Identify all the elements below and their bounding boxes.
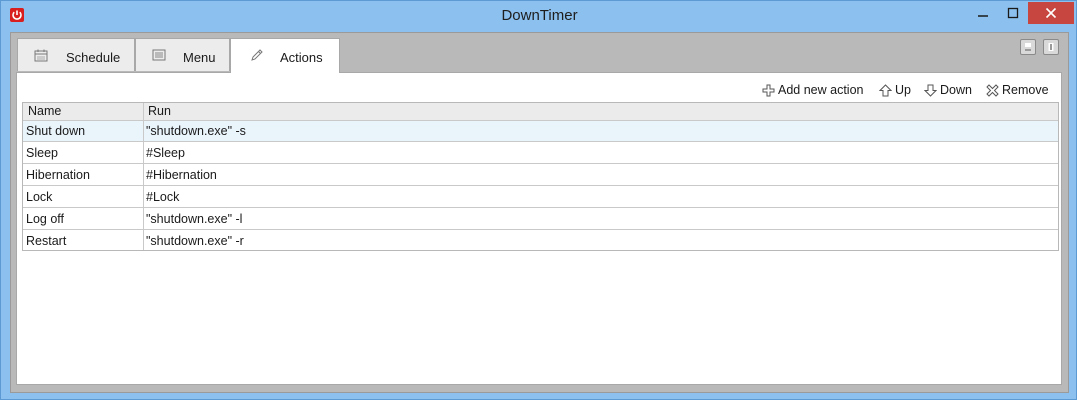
table-row[interactable]: Sleep #Sleep xyxy=(23,143,1058,164)
remove-button[interactable]: Remove xyxy=(986,82,1049,98)
table-header: Name Run xyxy=(23,103,1058,121)
row-name-cell: Sleep xyxy=(26,146,58,160)
row-name-cell: Hibernation xyxy=(26,168,90,182)
move-up-button[interactable]: Up xyxy=(879,82,911,98)
row-name-cell: Shut down xyxy=(26,124,86,138)
table-row[interactable]: Lock #Lock xyxy=(23,187,1058,208)
maximize-icon xyxy=(1007,7,1019,19)
move-down-button[interactable]: Down xyxy=(924,82,972,98)
row-run-cell: #Lock xyxy=(146,190,180,204)
save-settings-button[interactable] xyxy=(1020,39,1036,55)
tab-actions-label: Actions xyxy=(280,50,323,65)
tab-schedule[interactable]: Schedule xyxy=(17,38,135,71)
save-icon xyxy=(1025,43,1031,51)
row-run-cell: #Sleep xyxy=(146,146,185,160)
row-name-cell: Restart xyxy=(26,234,67,248)
column-divider[interactable] xyxy=(143,103,144,250)
tab-menu-label: Menu xyxy=(183,50,216,65)
add-action-label: Add new action xyxy=(778,83,864,97)
actions-table: Name Run Shut down "shutdown.exe" -s Sle… xyxy=(22,102,1059,251)
add-action-button[interactable]: Add new action xyxy=(762,82,863,98)
actions-panel: Add new action Up Down Remove Name Run S… xyxy=(16,72,1062,385)
title-bar[interactable]: DownTimer xyxy=(1,1,1076,32)
remove-x-icon xyxy=(986,83,999,97)
info-button[interactable] xyxy=(1043,39,1059,55)
info-icon xyxy=(1048,43,1054,51)
column-header-name[interactable]: Name xyxy=(28,104,61,118)
minimize-button[interactable] xyxy=(968,2,998,24)
move-down-label: Down xyxy=(940,83,972,97)
minimize-icon xyxy=(978,15,988,17)
remove-label: Remove xyxy=(1002,83,1049,97)
window-title: DownTimer xyxy=(501,7,578,24)
client-area: Schedule Menu Actions Add new action Up … xyxy=(10,32,1069,393)
table-row[interactable]: Hibernation #Hibernation xyxy=(23,165,1058,186)
row-name-cell: Lock xyxy=(26,190,53,204)
close-button[interactable] xyxy=(1028,2,1074,24)
row-run-cell: "shutdown.exe" -s xyxy=(146,124,246,138)
table-row[interactable]: Shut down "shutdown.exe" -s xyxy=(23,121,1058,142)
table-row[interactable]: Log off "shutdown.exe" -l xyxy=(23,209,1058,230)
close-icon xyxy=(1045,7,1057,19)
plus-icon xyxy=(762,84,775,96)
tab-actions[interactable]: Actions xyxy=(230,38,340,73)
tab-schedule-label: Schedule xyxy=(66,50,121,65)
row-run-cell: "shutdown.exe" -r xyxy=(146,234,244,248)
maximize-button[interactable] xyxy=(998,2,1028,24)
pen-icon xyxy=(251,49,263,61)
calendar-icon xyxy=(34,49,48,62)
row-run-cell: #Hibernation xyxy=(146,168,217,182)
table-row[interactable]: Restart "shutdown.exe" -r xyxy=(23,231,1058,252)
tab-menu[interactable]: Menu xyxy=(135,38,230,71)
arrow-up-icon xyxy=(879,83,892,96)
move-up-label: Up xyxy=(895,83,911,97)
menu-list-icon xyxy=(152,49,166,61)
row-run-cell: "shutdown.exe" -l xyxy=(146,212,243,226)
row-name-cell: Log off xyxy=(26,212,65,226)
column-header-run[interactable]: Run xyxy=(148,104,171,118)
arrow-down-icon xyxy=(924,84,937,97)
app-window: DownTimer Schedule Menu Actions Add new … xyxy=(0,0,1077,400)
